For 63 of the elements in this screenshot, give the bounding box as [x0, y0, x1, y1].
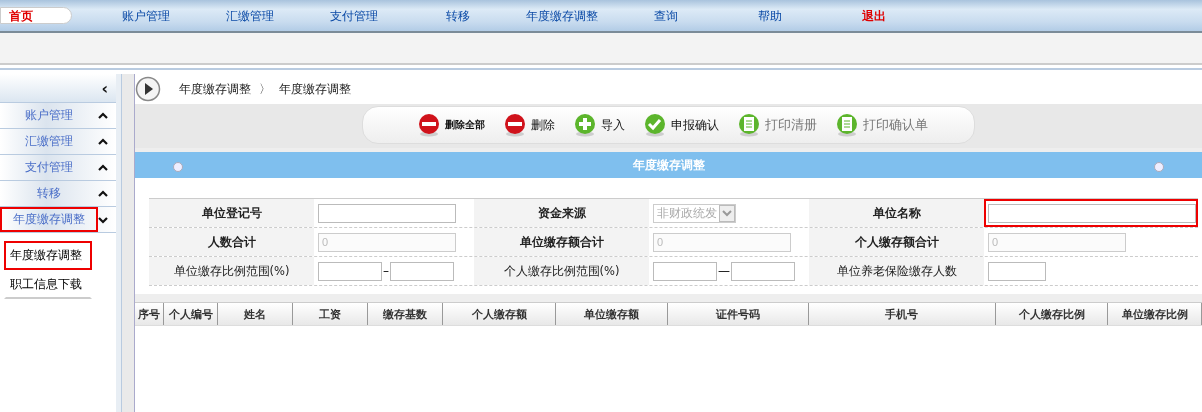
breadcrumb-current: 年度缴存调整 — [279, 80, 351, 98]
sidebar-subitem[interactable]: 年度缴存调整 — [4, 241, 92, 270]
nav-tab[interactable]: 汇缴管理 — [198, 3, 302, 28]
document-icon — [737, 113, 761, 137]
nav-tab[interactable]: 首页 — [0, 7, 72, 24]
column-header: 单位缴存比例 — [1108, 303, 1202, 325]
sidebar-item[interactable]: 汇缴管理 — [0, 129, 116, 155]
range-dash: — — [718, 264, 730, 278]
input-field[interactable] — [318, 261, 382, 281]
breadcrumb-separator: 〉 — [259, 80, 271, 98]
toolbar-button[interactable]: 删除全部 — [411, 113, 491, 137]
field-label: 个人缴存比例范围(%) — [474, 257, 649, 285]
sidebar-item[interactable]: 支付管理 — [0, 155, 116, 181]
toolbar-button[interactable]: 申报确认 — [637, 113, 725, 137]
field-label: 人数合计 — [149, 228, 314, 256]
column-header: 个人缴存额 — [443, 303, 556, 325]
collapse-button[interactable]: ‹ — [101, 78, 108, 98]
column-header: 手机号 — [808, 303, 996, 325]
plus-icon — [573, 113, 597, 137]
input-field[interactable] — [653, 261, 717, 281]
toolbar-button[interactable]: 删除 — [497, 113, 561, 137]
column-header: 个人缴存比例 — [995, 303, 1109, 325]
breadcrumb-link[interactable]: 年度缴存调整 — [179, 80, 251, 98]
nav-tab[interactable]: 年度缴存调整 — [510, 3, 614, 28]
pin-icon — [1154, 162, 1164, 172]
nav-tab[interactable]: 帮助 — [718, 3, 822, 28]
sidebar-subitem[interactable]: 职工信息下载 — [4, 270, 92, 299]
column-header: 证件号码 — [668, 303, 809, 325]
sidebar-item[interactable]: 账户管理 — [0, 103, 116, 129]
play-icon[interactable] — [135, 76, 161, 102]
sidebar-item[interactable]: 年度缴存调整 — [0, 207, 116, 233]
field-label: 资金来源 — [474, 199, 649, 227]
column-header: 工资 — [293, 303, 369, 325]
field-label: 单位养老保险缴存人数 — [809, 257, 984, 285]
column-header: 序号 — [135, 303, 165, 325]
pin-icon — [173, 162, 183, 172]
document-icon — [835, 113, 859, 137]
field-label: 单位登记号 — [149, 199, 314, 227]
minus-icon — [417, 113, 441, 137]
nav-tab[interactable]: 退出 — [822, 3, 926, 28]
nav-tab[interactable]: 支付管理 — [302, 3, 406, 28]
nav-tab[interactable]: 查询 — [614, 3, 718, 28]
field-label: 单位缴存额合计 — [474, 228, 649, 256]
sidebar-item[interactable]: 转移 — [0, 181, 116, 207]
panel-title: 年度缴存调整 — [632, 156, 705, 174]
checkmark-icon — [643, 113, 667, 137]
column-header: 单位缴存额 — [555, 303, 669, 325]
field-label: 个人缴存额合计 — [809, 228, 984, 256]
minus-icon — [503, 113, 527, 137]
input-field[interactable] — [988, 261, 1046, 281]
column-header: 个人编号 — [164, 303, 219, 325]
range-dash: – — [383, 264, 389, 278]
column-header: 姓名 — [218, 303, 294, 325]
toolbar-button[interactable]: 导入 — [567, 113, 631, 137]
input-field[interactable] — [390, 261, 454, 281]
input-field[interactable] — [988, 203, 1196, 223]
field-label: 单位缴存比例范围(%) — [149, 257, 314, 285]
column-header: 缴存基数 — [368, 303, 444, 325]
input-field[interactable] — [731, 261, 795, 281]
field-label: 单位名称 — [809, 199, 984, 227]
nav-tab[interactable]: 转移 — [406, 3, 510, 28]
nav-tab[interactable]: 账户管理 — [94, 3, 198, 28]
input-field[interactable] — [318, 203, 456, 223]
